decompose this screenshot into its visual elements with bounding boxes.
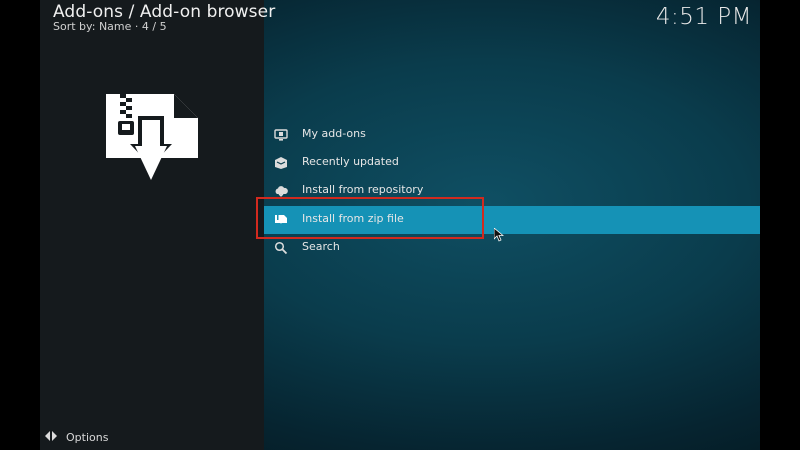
sort-info: Sort by: Name · 4 / 5 bbox=[53, 20, 167, 33]
menu-item-my-addons[interactable]: My add-ons bbox=[264, 121, 760, 149]
monitor-icon bbox=[274, 128, 288, 142]
mouse-cursor-icon bbox=[493, 227, 505, 246]
options-button[interactable]: Options bbox=[44, 428, 108, 447]
search-icon bbox=[274, 241, 288, 255]
clock: 4:51 PM bbox=[655, 4, 752, 30]
zip-install-icon bbox=[102, 88, 202, 192]
left-panel bbox=[40, 0, 264, 450]
options-label: Options bbox=[66, 431, 109, 444]
highlight-annotation bbox=[256, 197, 484, 239]
menu-item-label: Recently updated bbox=[302, 155, 399, 168]
menu-item-label: My add-ons bbox=[302, 127, 366, 140]
menu-item-recently-updated[interactable]: Recently updated bbox=[264, 149, 760, 177]
kodi-screen: Add-ons / Add-on browser Sort by: Name ·… bbox=[40, 0, 760, 450]
menu-item-label: Install from repository bbox=[302, 183, 424, 196]
page-title: Add-ons / Add-on browser bbox=[53, 2, 276, 22]
box-icon bbox=[274, 156, 288, 170]
cloud-icon bbox=[274, 184, 288, 198]
options-arrows-icon bbox=[44, 428, 58, 447]
menu-item-label: Search bbox=[302, 240, 340, 253]
